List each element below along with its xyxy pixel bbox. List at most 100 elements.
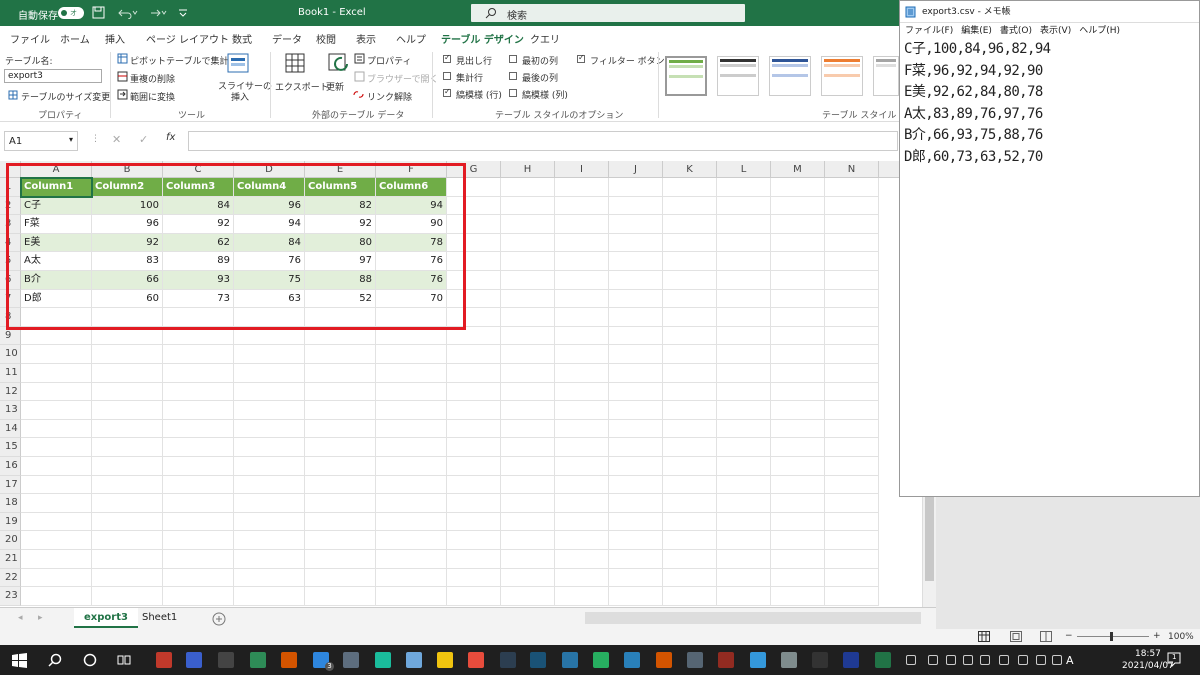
cell[interactable] [825,271,879,290]
cell[interactable] [501,475,555,495]
cell[interactable] [663,475,717,495]
cell[interactable] [771,419,825,439]
convert-range-button[interactable]: 範囲に変換 [130,90,175,103]
cell[interactable] [717,178,771,197]
cell[interactable] [663,457,717,476]
xmind-icon[interactable] [468,652,484,668]
cell[interactable] [501,252,555,271]
column-header-k[interactable]: K [663,161,717,178]
table-name-input[interactable]: export3 [4,69,102,83]
total-row-checkbox[interactable] [443,72,451,80]
cell[interactable] [92,382,163,402]
cell[interactable] [771,457,825,476]
cell[interactable] [771,252,825,271]
cell[interactable] [163,587,234,606]
cell[interactable] [771,215,825,234]
cell[interactable] [825,382,879,402]
cell[interactable] [92,494,163,513]
cell[interactable] [825,550,879,569]
cell[interactable] [234,568,305,588]
cell[interactable] [555,233,609,253]
cell[interactable] [234,512,305,532]
cell[interactable] [163,419,234,439]
tab-file[interactable]: ファイル [10,31,50,46]
cell[interactable] [305,568,376,588]
cell[interactable] [305,531,376,550]
cell[interactable] [376,364,447,383]
task-view-icon[interactable] [117,653,131,667]
cell[interactable] [825,308,879,327]
row-header-18[interactable]: 18 [0,494,21,513]
notepad-taskbar-icon[interactable] [406,652,422,668]
cell[interactable] [663,289,717,309]
cell[interactable] [21,512,92,532]
cell[interactable] [447,401,501,420]
table-style-light-2[interactable] [717,56,759,96]
zoom-slider[interactable] [1077,636,1149,637]
tab-home[interactable]: ホーム [60,31,90,46]
cell[interactable] [234,364,305,383]
cell[interactable] [825,252,879,271]
cell[interactable] [825,531,879,550]
excel-taskbar-icon[interactable] [875,652,891,668]
cell[interactable] [555,438,609,457]
cell[interactable] [663,531,717,550]
cell[interactable] [163,494,234,513]
cell[interactable] [447,419,501,439]
cell[interactable] [92,475,163,495]
cell[interactable] [663,568,717,588]
cell[interactable] [717,401,771,420]
cell[interactable] [501,419,555,439]
cell[interactable] [555,382,609,402]
cell[interactable] [609,271,663,290]
cell[interactable] [447,438,501,457]
cell[interactable] [555,289,609,309]
cell[interactable] [825,401,879,420]
cell[interactable] [663,550,717,569]
app-circle-icon[interactable] [186,652,202,668]
cell[interactable] [825,364,879,383]
banded-columns-checkbox[interactable] [509,89,517,97]
cell[interactable] [447,512,501,532]
horizontal-scrollbar[interactable] [585,612,921,624]
cell[interactable] [717,550,771,569]
table-style-light-1[interactable] [665,56,707,96]
cell[interactable] [771,475,825,495]
cell[interactable] [555,401,609,420]
cell[interactable] [555,252,609,271]
cell[interactable] [771,364,825,383]
cell[interactable] [501,382,555,402]
cell[interactable] [92,364,163,383]
cell[interactable] [609,215,663,234]
row-header-15[interactable]: 15 [0,438,21,457]
tray-network-icon[interactable] [1018,655,1028,665]
cell[interactable] [609,382,663,402]
cell[interactable] [825,457,879,476]
cell[interactable] [376,345,447,364]
remove-duplicates-button[interactable]: 重複の削除 [130,72,175,85]
cell[interactable] [663,233,717,253]
cell[interactable] [376,494,447,513]
cell[interactable] [92,457,163,476]
cell[interactable] [609,345,663,364]
zoom-out-icon[interactable]: − [1065,631,1073,641]
cell[interactable] [771,289,825,309]
cell[interactable] [376,512,447,532]
tab-page-layout[interactable]: ページ レイアウト [146,31,229,46]
cell[interactable] [21,568,92,588]
cell[interactable] [501,196,555,216]
ime-indicator[interactable]: A [1066,654,1074,667]
cell[interactable] [501,289,555,309]
cell[interactable] [234,401,305,420]
tray-volume-icon[interactable] [1036,655,1046,665]
cell[interactable] [447,345,501,364]
cell[interactable] [663,494,717,513]
cell[interactable] [21,494,92,513]
cell[interactable] [21,550,92,569]
next-sheet-icon[interactable]: ▸ [38,613,43,623]
cell[interactable] [771,271,825,290]
cell[interactable] [555,345,609,364]
powershell-icon[interactable] [843,652,859,668]
filter-button-checkbox[interactable] [577,53,585,63]
office-icon[interactable] [656,652,672,668]
